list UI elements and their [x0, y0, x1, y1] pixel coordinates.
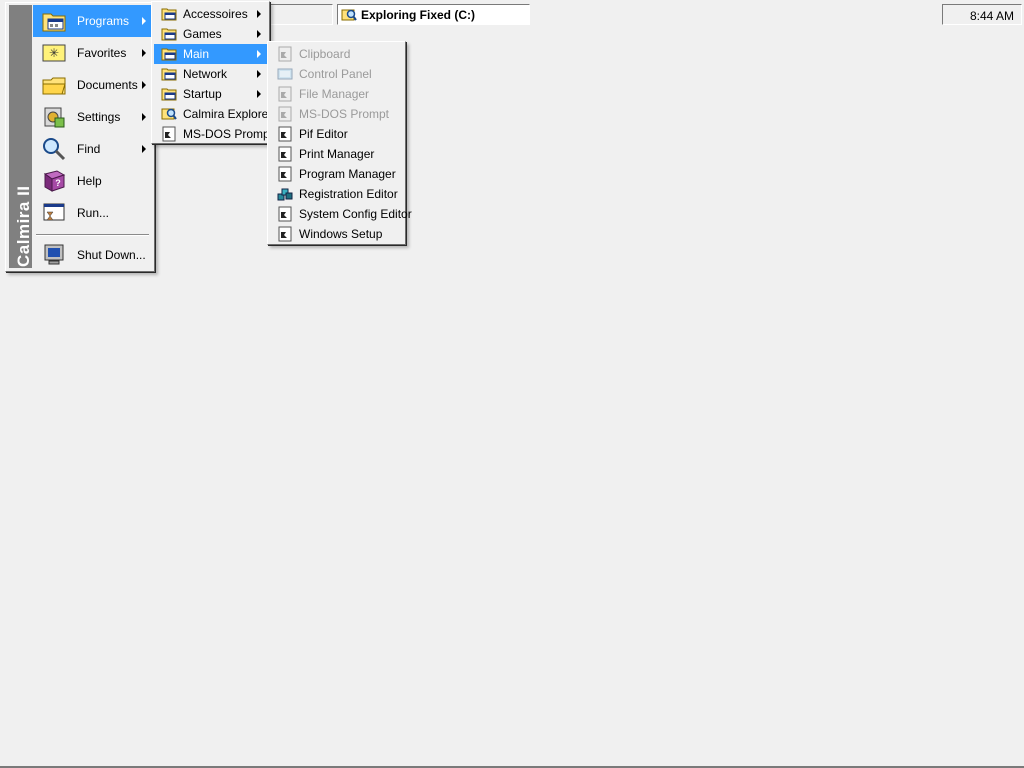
programs-item-accessoires[interactable]: Accessoires: [154, 4, 267, 24]
clock[interactable]: 8:44 AM: [970, 9, 1014, 23]
control-panel-icon: [277, 68, 293, 80]
svg-text:✳: ✳: [49, 46, 59, 60]
programs-item-main[interactable]: Main: [154, 44, 267, 64]
main-item-file-manager[interactable]: File Manager: [270, 84, 403, 104]
program-group-icon: [161, 28, 177, 41]
start-item-label: Find: [77, 142, 101, 156]
start-menu: Calmira II Programs ✳ Favorites Document…: [5, 2, 155, 272]
shutdown-icon: [44, 244, 64, 265]
start-item-programs[interactable]: Programs: [33, 5, 152, 37]
submenu-arrow-icon: [257, 30, 261, 38]
start-menu-separator: [36, 234, 149, 236]
main-item-label: Clipboard: [299, 47, 351, 61]
main-item-program-manager[interactable]: Program Manager: [270, 164, 403, 184]
submenu-arrow-icon: [257, 70, 261, 78]
settings-icon: [44, 107, 65, 128]
programs-item-msdos-prompt[interactable]: MS-DOS Prompt: [154, 124, 273, 144]
main-item-label: Windows Setup: [299, 227, 383, 241]
main-item-label: File Manager: [299, 87, 370, 101]
banner-text: Calmira II: [14, 185, 33, 267]
main-item-pif-editor[interactable]: Pif Editor: [270, 124, 403, 144]
clipboard-icon: [278, 46, 292, 62]
programs-item-label: Calmira Explorer: [183, 107, 273, 121]
favorites-icon: ✳: [42, 44, 66, 62]
program-file-icon: [278, 226, 292, 242]
file-manager-icon: [278, 86, 292, 102]
documents-folder-icon: [42, 77, 66, 95]
main-item-label: Registration Editor: [299, 187, 398, 201]
explorer-magnifier-icon: [341, 9, 357, 21]
programs-item-label: Startup: [183, 87, 222, 101]
submenu-arrow-icon: [257, 10, 261, 18]
msdos-icon: [162, 126, 176, 142]
main-item-print-manager[interactable]: Print Manager: [270, 144, 403, 164]
programs-submenu: Accessoires Games Main Network Startup C: [151, 1, 273, 144]
run-icon: [43, 203, 65, 221]
start-item-label: Documents: [77, 78, 138, 92]
main-item-registration-editor[interactable]: Registration Editor: [270, 184, 403, 204]
start-item-shutdown[interactable]: Shut Down...: [33, 239, 152, 271]
submenu-arrow-icon: [142, 81, 146, 89]
program-group-icon: [161, 8, 177, 21]
main-item-msdos-prompt[interactable]: MS-DOS Prompt: [270, 104, 403, 124]
explorer-magnifier-icon: [161, 108, 177, 120]
svg-text:?: ?: [55, 178, 61, 188]
main-item-system-config-editor[interactable]: System Config Editor: [270, 204, 412, 224]
submenu-arrow-icon: [142, 17, 146, 25]
program-group-icon: [161, 88, 177, 101]
programs-item-games[interactable]: Games: [154, 24, 267, 44]
programs-item-startup[interactable]: Startup: [154, 84, 267, 104]
start-item-label: Help: [77, 174, 102, 188]
main-item-label: Print Manager: [299, 147, 375, 161]
start-item-run[interactable]: Run...: [33, 197, 152, 229]
programs-item-label: Accessoires: [183, 7, 248, 21]
main-item-label: MS-DOS Prompt: [299, 107, 390, 121]
start-item-label: Run...: [77, 206, 110, 220]
start-item-label: Settings: [77, 110, 121, 124]
main-item-label: Pif Editor: [299, 127, 348, 141]
submenu-arrow-icon: [257, 90, 261, 98]
program-file-icon: [278, 126, 292, 142]
program-file-icon: [278, 206, 292, 222]
system-tray: 8:44 AM: [942, 4, 1022, 25]
main-submenu: Clipboard Control Panel File Manager MS-…: [267, 41, 412, 245]
main-item-control-panel[interactable]: Control Panel: [270, 64, 403, 84]
program-group-icon: [161, 68, 177, 81]
start-item-label: Favorites: [77, 46, 127, 60]
start-item-label: Programs: [77, 14, 130, 28]
programs-folder-icon: [42, 13, 66, 32]
program-file-icon: [278, 166, 292, 182]
main-item-clipboard[interactable]: Clipboard: [270, 44, 403, 64]
program-file-icon: [278, 146, 292, 162]
submenu-arrow-icon: [142, 49, 146, 57]
main-item-windows-setup[interactable]: Windows Setup: [270, 224, 403, 244]
msdos-icon: [278, 106, 292, 122]
start-item-settings[interactable]: Settings: [33, 101, 152, 133]
programs-item-label: Main: [183, 47, 210, 61]
program-group-icon: [161, 48, 177, 61]
taskbar-button-blank[interactable]: [270, 4, 333, 25]
taskbar-explorer-label: Exploring Fixed (C:): [361, 7, 475, 22]
programs-item-label: MS-DOS Prompt: [183, 127, 274, 141]
start-item-favorites[interactable]: ✳ Favorites: [33, 37, 152, 69]
start-item-help[interactable]: ? Help: [33, 165, 152, 197]
find-icon: [43, 138, 66, 161]
registry-cubes-icon: [277, 188, 293, 201]
main-item-label: Control Panel: [299, 67, 372, 81]
main-item-label: System Config Editor: [299, 207, 412, 221]
submenu-arrow-icon: [142, 145, 146, 153]
start-item-find[interactable]: Find: [33, 133, 152, 165]
start-menu-banner: Calmira II: [9, 5, 33, 268]
programs-item-label: Network: [183, 67, 228, 81]
submenu-arrow-icon: [142, 113, 146, 121]
help-book-icon: ?: [43, 170, 66, 192]
start-item-label: Shut Down...: [77, 248, 146, 262]
programs-item-network[interactable]: Network: [154, 64, 267, 84]
programs-item-label: Games: [183, 27, 222, 41]
submenu-arrow-icon: [257, 50, 261, 58]
main-item-label: Program Manager: [299, 167, 396, 181]
programs-item-calmira-explorer[interactable]: Calmira Explorer: [154, 104, 272, 124]
start-item-documents[interactable]: Documents: [33, 69, 152, 101]
taskbar-button-explorer[interactable]: Exploring Fixed (C:): [337, 4, 530, 25]
